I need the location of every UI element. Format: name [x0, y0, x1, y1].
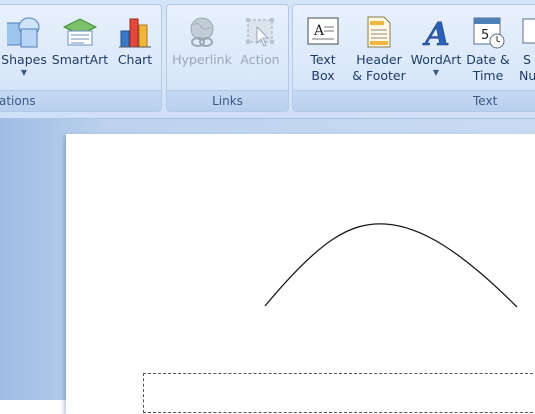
text-placeholder-box[interactable] [143, 373, 535, 413]
drawn-curve-shape[interactable] [0, 0, 535, 400]
